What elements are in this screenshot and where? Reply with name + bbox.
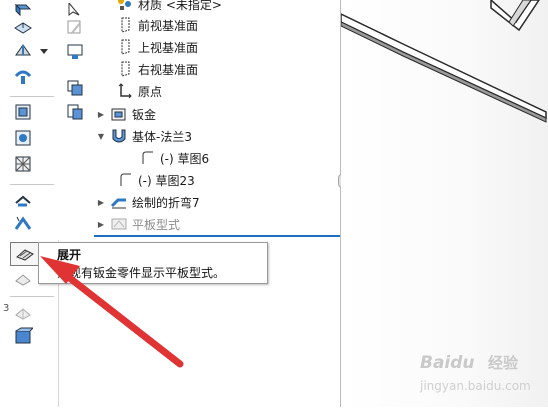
- tree-item-front-plane[interactable]: 前视基准面: [116, 15, 198, 35]
- plane-icon: [116, 38, 134, 56]
- expand-arrow-icon[interactable]: ▶: [96, 220, 106, 229]
- tree-end-marker: [94, 235, 340, 237]
- tree-item-sketched-bend[interactable]: ▶ 绘制的折弯7: [96, 192, 200, 212]
- tree-item-right-plane[interactable]: 右视基准面: [116, 59, 198, 79]
- sketch-tool-icon[interactable]: [64, 18, 86, 38]
- tree-item-label: (-) 草图23: [138, 173, 195, 188]
- tree-item-label: 前视基准面: [138, 18, 199, 33]
- display-icon[interactable]: [64, 42, 86, 62]
- toolbar-number: 3: [3, 303, 10, 314]
- rip-icon[interactable]: [12, 302, 34, 322]
- vent-icon[interactable]: [12, 128, 34, 148]
- tree-item-label: 平板型式: [132, 217, 181, 232]
- hem-icon[interactable]: [12, 66, 34, 86]
- tooltip-title: 展开: [57, 248, 82, 262]
- edge-flange-icon[interactable]: [12, 18, 34, 38]
- tree-item-material[interactable]: 材质 <未指定>: [116, 0, 222, 14]
- tree-item-sheet-metal[interactable]: ▶ 钣金: [96, 104, 156, 124]
- feature-tree: 材质 <未指定> 前视基准面 上视基准面 右视基准面 原点 ▶ 钣金 ▼ 基体-…: [94, 0, 340, 240]
- tree-item-label: 右视基准面: [138, 62, 199, 77]
- tree-item-label: 基体-法兰3: [132, 129, 192, 144]
- select-icon[interactable]: [64, 0, 86, 20]
- material-icon: [116, 0, 134, 13]
- tree-item-sketch23[interactable]: (-) 草图23: [116, 170, 195, 190]
- sheet-metal-part: [340, 0, 547, 123]
- watermark-product: 经验: [488, 354, 519, 372]
- collapse-arrow-icon[interactable]: ▼: [96, 132, 106, 141]
- no-bends-icon[interactable]: [12, 268, 34, 288]
- unfold-icon[interactable]: [12, 190, 34, 210]
- flatten-tooltip: 展开 为现有钣金零件显示平板型式。: [38, 242, 268, 284]
- dropdown-arrow-icon[interactable]: [38, 42, 50, 62]
- graphics-area[interactable]: [340, 0, 548, 407]
- tree-item-origin[interactable]: 原点: [116, 81, 162, 101]
- origin-icon: [116, 82, 134, 100]
- tree-item-label: (-) 草图6: [160, 151, 210, 166]
- watermark-brand: Baidu: [420, 353, 475, 373]
- flatten-icon[interactable]: [10, 242, 40, 266]
- baidu-watermark: Baidu 经验 jingyan.baidu.com: [418, 348, 544, 400]
- corner-icon[interactable]: [12, 154, 34, 174]
- fold-icon[interactable]: [12, 214, 34, 234]
- plane-icon: [116, 16, 134, 34]
- sketched-bend-icon: [110, 193, 128, 211]
- tooltip-description: 为现有钣金零件显示平板型式。: [57, 266, 226, 280]
- secondary-toolbar: [58, 0, 94, 240]
- sheet-metal-folder-icon: [110, 105, 128, 123]
- expand-arrow-icon[interactable]: ▶: [96, 110, 106, 119]
- base-flange-icon[interactable]: [12, 0, 34, 20]
- watermark-url: jingyan.baidu.com: [419, 379, 531, 393]
- paste-icon[interactable]: [64, 102, 86, 122]
- expand-arrow-icon[interactable]: ▶: [96, 198, 106, 207]
- tree-item-sketch6[interactable]: (-) 草图6: [138, 148, 209, 168]
- tree-item-label: 上视基准面: [138, 40, 199, 55]
- tree-item-flat-pattern[interactable]: ▶ 平板型式: [96, 214, 180, 234]
- tree-item-top-plane[interactable]: 上视基准面: [116, 37, 198, 57]
- flat-pattern-icon: [110, 215, 128, 233]
- plane-icon: [116, 60, 134, 78]
- tree-item-label: 材质 <未指定>: [138, 0, 222, 12]
- sketch-icon: [116, 171, 134, 189]
- tree-item-label: 绘制的折弯7: [132, 195, 200, 210]
- sheet-metal-toolbar: 3: [0, 0, 59, 407]
- miter-flange-icon[interactable]: [12, 40, 34, 60]
- tree-item-label: 原点: [138, 84, 163, 99]
- tab-icon[interactable]: [12, 102, 34, 122]
- copy-icon[interactable]: [64, 78, 86, 98]
- insert-bends-icon[interactable]: [12, 326, 34, 346]
- tree-item-base-flange[interactable]: ▼ 基体-法兰3: [96, 126, 192, 146]
- base-flange-feature-icon: [110, 127, 128, 145]
- tree-item-label: 钣金: [132, 107, 157, 122]
- sketch-icon: [138, 149, 156, 167]
